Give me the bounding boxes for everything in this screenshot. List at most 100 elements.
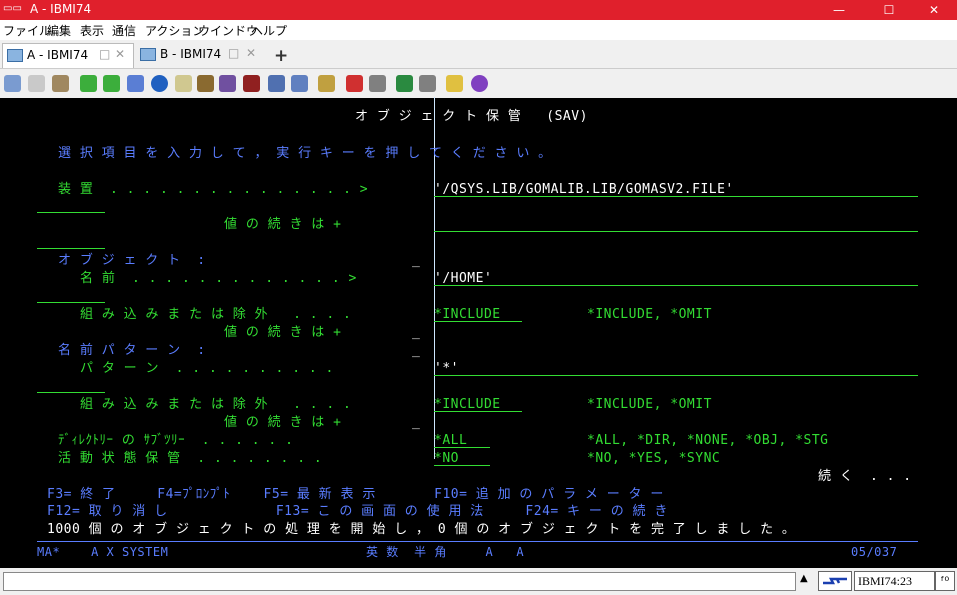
lock-icon[interactable]: [52, 75, 69, 92]
menu-view[interactable]: 表示: [80, 22, 104, 39]
window-title: A - IBMI74: [30, 2, 92, 16]
more-input-3[interactable]: _: [412, 415, 420, 430]
restore-tab-icon[interactable]: □: [99, 47, 110, 61]
monitor-icon: [140, 48, 156, 61]
subtree-input[interactable]: *ALL: [434, 433, 467, 448]
close-button[interactable]: ✕: [911, 0, 957, 20]
paste-icon[interactable]: [28, 75, 45, 92]
upload-icon[interactable]: [80, 75, 97, 92]
play2-icon[interactable]: [396, 75, 413, 92]
tab-a[interactable]: A - IBMI74 □ ✕: [2, 43, 134, 68]
active-save-underline: [434, 465, 490, 466]
scroll-up-icon[interactable]: ▲: [800, 573, 808, 584]
menu-help[interactable]: ヘルプ: [251, 22, 287, 39]
status-message-field: [3, 572, 796, 591]
device-label: 装 置 . . . . . . . . . . . . . . . >: [58, 182, 369, 197]
add-tab-button[interactable]: +: [274, 46, 288, 66]
stop-icon[interactable]: [369, 75, 386, 92]
tab-a-label: A - IBMI74: [27, 48, 89, 62]
name-input[interactable]: '/HOME': [434, 271, 492, 286]
notes-icon[interactable]: [446, 75, 463, 92]
play-icon[interactable]: [346, 75, 363, 92]
device-underline: [434, 196, 918, 197]
title-bar: ▭▭ A - IBMI74 — ☐ ✕: [0, 0, 957, 20]
more-values-3: 値 の 続 き は +: [224, 415, 342, 430]
more-indicator: 続 く . . .: [818, 469, 912, 484]
tab-b[interactable]: B - IBMI74 □ ✕: [136, 43, 266, 67]
field-rule: [37, 392, 105, 393]
app-icon: ▭▭: [3, 3, 22, 14]
menu-action[interactable]: アクション: [145, 22, 204, 39]
more-input-2[interactable]: _: [412, 325, 420, 340]
menu-window[interactable]: ウインドウ: [198, 22, 258, 39]
function-keys-row1: F3= 終 了 F4=ﾌﾟﾛﾝﾌﾟﾄ F5= 最 新 表 示 F10= 追 加 …: [47, 487, 664, 502]
connection-lightning-icon: [818, 571, 852, 591]
include-label-2: 組 み 込 み ま た は 除 外 . . . .: [80, 397, 352, 412]
function-keys-row2: F12= 取 り 消 し F13= こ の 画 面 の 使 用 法 F24= キ…: [47, 504, 668, 519]
help-icon[interactable]: [471, 75, 488, 92]
oia-input-mode: 英 数 半 角 A A: [366, 545, 525, 559]
instruction: 選 択 項 目 を 入 力 し て ， 実 行 キ ー を 押 し て く だ …: [58, 146, 552, 161]
restore-tab-icon[interactable]: □: [228, 46, 239, 60]
name-label: 名 前 . . . . . . . . . . . . . >: [80, 271, 357, 286]
active-save-options: *NO, *YES, *SYNC: [587, 451, 721, 466]
pause-icon[interactable]: [419, 75, 436, 92]
name-underline: [434, 285, 918, 286]
device-extra-input[interactable]: [434, 231, 918, 232]
include-underline-1: [434, 321, 522, 322]
pattern-sub-label: パ タ ー ン . . . . . . . . . .: [80, 361, 334, 376]
include-input-1[interactable]: *INCLUDE: [434, 307, 501, 322]
pattern-input[interactable]: '*': [434, 361, 459, 376]
field-rule: [37, 212, 105, 213]
active-save-label: 活 動 状 態 保 管 . . . . . . . .: [58, 451, 323, 466]
field-rule: [37, 302, 105, 303]
toolbar: [0, 70, 957, 98]
include-underline-2: [434, 411, 522, 412]
box-icon[interactable]: [197, 75, 214, 92]
active-save-input[interactable]: *NO: [434, 451, 459, 466]
system-session: IBMI74:23: [854, 571, 935, 591]
download-icon[interactable]: [103, 75, 120, 92]
compass-icon[interactable]: [151, 75, 168, 92]
menu-bar: ファイル 編集 表示 通信 アクション ウインドウ ヘルプ: [0, 20, 957, 40]
menu-edit[interactable]: 編集: [47, 22, 71, 39]
object-more-input[interactable]: _: [412, 253, 420, 268]
pattern-underline: [434, 375, 918, 376]
include-options-2: *INCLUDE, *OMIT: [587, 397, 712, 412]
oia-cursor-position: 05/037: [851, 545, 898, 559]
record-icon[interactable]: [219, 75, 236, 92]
keypad-icon[interactable]: [243, 75, 260, 92]
include-input-2[interactable]: *INCLUDE: [434, 397, 501, 412]
object-label: オ ブ ジ ェ ク ト :: [58, 253, 206, 268]
close-tab-icon[interactable]: ✕: [246, 46, 256, 60]
copy-icon[interactable]: [4, 75, 21, 92]
close-tab-icon[interactable]: ✕: [115, 47, 125, 61]
field-rule: [37, 248, 105, 249]
minimize-button[interactable]: —: [816, 0, 862, 20]
monitor-icon: [7, 49, 23, 62]
maximize-button[interactable]: ☐: [866, 0, 912, 20]
oia-status: MA* A X SYSTEM: [37, 545, 169, 559]
subtree-options: *ALL, *DIR, *NONE, *OBJ, *STG: [587, 433, 829, 448]
status-bar: ▲ IBMI74:23 ᶠ⁰: [0, 568, 957, 595]
device-input[interactable]: '/QSYS.LIB/GOMALIB.LIB/GOMASV2.FILE': [434, 182, 734, 197]
menu-comm[interactable]: 通信: [112, 22, 136, 39]
more-values-1: 値 の 続 き は +: [224, 217, 342, 232]
tab-bar: A - IBMI74 □ ✕ B - IBMI74 □ ✕: [0, 40, 957, 69]
pattern-label: 名 前 パ タ ー ン :: [58, 343, 206, 358]
oia-rule: [37, 541, 918, 542]
subtree-underline: [434, 447, 490, 448]
tools-icon[interactable]: [318, 75, 335, 92]
pattern-more-input[interactable]: _: [412, 343, 420, 358]
save-icon[interactable]: [127, 75, 144, 92]
subtree-label: ﾃﾞｨﾚｸﾄﾘｰ の ｻﾌﾞﾂﾘｰ . . . . . .: [58, 433, 294, 448]
screen-title: オ ブ ジ ェ ク ト 保 管 (SAV): [355, 109, 588, 124]
tab-b-label: B - IBMI74: [160, 47, 222, 61]
mail-icon[interactable]: [268, 75, 285, 92]
grid-icon[interactable]: [291, 75, 308, 92]
menu-file[interactable]: ファイル: [3, 22, 51, 39]
message-line: 1000 個 の オ ブ ジ ェ ク ト の 処 理 を 開 始 し ， 0 個…: [47, 522, 796, 537]
session-state-icon: ᶠ⁰: [935, 571, 955, 591]
more-values-2: 値 の 続 き は +: [224, 325, 342, 340]
macro-icon[interactable]: [175, 75, 192, 92]
